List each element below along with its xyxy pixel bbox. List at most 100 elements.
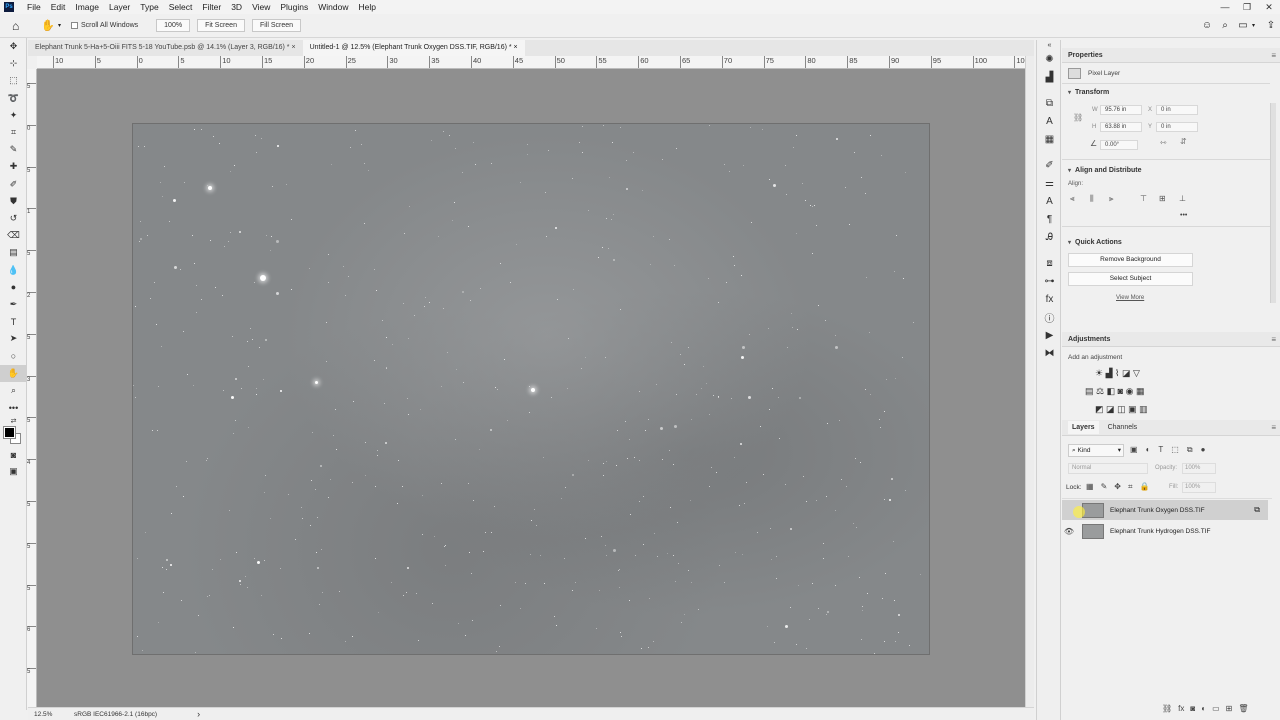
color-lookup-icon[interactable]: ▦ [1136,386,1145,396]
more-tools-icon[interactable]: ••• [0,399,27,416]
gradient-icon[interactable]: ▤ [0,244,27,261]
gradient-map-icon[interactable]: ▥ [1139,404,1148,414]
kind-filter[interactable]: ⌕ Kind ▾ [1068,444,1124,457]
fx-icon[interactable]: fx [1037,290,1062,308]
fill-screen-button[interactable]: Fill Screen [251,19,302,32]
tab-document-2[interactable]: Untitled-1 @ 12.5% (Elephant Trunk Oxyge… [302,40,525,56]
gradient-adjust-icon[interactable]: ▽ [1133,368,1140,378]
brightness-icon[interactable]: ☀ [1095,368,1103,378]
restore-button[interactable]: ❐ [1236,0,1258,14]
timeline-icon[interactable]: ⧓ [1037,344,1062,362]
workspace-icon[interactable]: ▭ [1234,20,1252,31]
align-middle-v-icon[interactable]: ⊞ [1159,194,1166,203]
tab-document-1[interactable]: Elephant Trunk 5-Ha+5-Oiii FITS 5-18 You… [28,40,303,56]
align-left-icon[interactable]: ⫷ [1070,194,1075,204]
more-options-icon[interactable]: ••• [1180,212,1187,219]
layer-name[interactable]: Elephant Trunk Oxygen DSS.TIF [1110,507,1205,514]
lock-transparent-icon[interactable]: ▦ [1086,482,1094,492]
transform-section[interactable]: ▾ Transform [1068,89,1109,96]
layer-row[interactable]: 👁 Elephant Trunk Hydrogen DSS.TIF [1062,521,1268,541]
remove-background-button[interactable]: Remove Background [1068,253,1193,267]
menu-help[interactable]: Help [353,2,380,12]
menu-type[interactable]: Type [135,2,163,12]
angle-field[interactable]: 0.00° [1100,140,1138,150]
brush-panel-icon[interactable]: ✐ [1037,156,1062,174]
panel-menu-icon[interactable]: ≡ [1271,423,1276,432]
artboard-icon[interactable]: ⊹ [0,55,27,72]
object-select-icon[interactable]: ✦ [0,107,27,124]
glyphs-icon[interactable]: Ꭿ [1037,228,1062,246]
add-mask-icon[interactable]: ◙ [1190,704,1195,713]
color-panel-icon[interactable]: ✺ [1037,50,1062,68]
height-field[interactable]: 63.88 in [1100,122,1142,132]
histogram-icon[interactable]: ▟ [1037,68,1062,86]
character-style-icon[interactable]: A [1037,112,1062,130]
healing-icon[interactable]: ✚ [0,158,27,175]
shape-icon[interactable]: ○ [0,347,27,364]
foreground-color-swatch[interactable] [3,426,16,440]
tab-layers[interactable]: Layers [1068,421,1099,434]
menu-3d[interactable]: 3D [226,2,247,12]
layer-row[interactable]: Elephant Trunk Oxygen DSS.TIF ⧉ [1062,500,1268,520]
align-distribute-section[interactable]: ▾ Align and Distribute [1068,167,1142,174]
eyedropper-icon[interactable]: ✎ [0,141,27,158]
new-layer-icon[interactable]: ⊞ [1226,704,1233,713]
blur-icon[interactable]: 💧 [0,261,27,278]
collapse-icon[interactable]: « [1037,40,1062,50]
menu-select[interactable]: Select [164,2,198,12]
photo-filter-icon[interactable]: ◙ [1118,386,1123,396]
paths-icon[interactable]: ⊶ [1037,272,1062,290]
panel-menu-icon[interactable]: ≡ [1271,335,1276,344]
panel-menu-icon[interactable]: ≡ [1271,51,1276,60]
hand-tool-preset-icon[interactable]: ✋ [41,19,55,32]
checkbox-box[interactable] [70,22,78,29]
zoom-level[interactable]: 12.5% [34,711,74,718]
y-field[interactable]: 0 in [1156,122,1198,132]
quick-actions-section[interactable]: ▾ Quick Actions [1068,239,1122,246]
marquee-icon[interactable]: ⬚ [0,72,27,89]
lock-all-icon[interactable]: 🔒 [1139,482,1149,492]
selective-color-icon[interactable]: ▣ [1128,404,1137,414]
vibrance-icon[interactable]: ▤ [1085,386,1094,396]
properties-scrollbar[interactable] [1270,103,1276,303]
fill-field[interactable]: 100% [1182,482,1216,493]
character-icon[interactable]: A [1037,192,1062,210]
select-subject-button[interactable]: Select Subject [1068,272,1193,286]
lock-artboard-icon[interactable]: ⌗ [1128,482,1133,492]
screen-mode-icon[interactable]: ▣ [0,463,27,480]
align-top-icon[interactable]: ⊤ [1140,194,1147,203]
fit-screen-button[interactable]: Fit Screen [197,19,245,32]
brush-icon[interactable]: ✐ [0,176,27,193]
crop-icon[interactable]: ⌗ [0,124,27,141]
menu-edit[interactable]: Edit [46,2,71,12]
minimize-button[interactable]: — [1214,0,1236,14]
document-image[interactable] [132,123,930,655]
scroll-all-windows-checkbox[interactable]: Scroll All Windows [70,22,138,29]
layer-name[interactable]: Elephant Trunk Hydrogen DSS.TIF [1110,528,1210,535]
swatches-icon[interactable]: ▦ [1037,130,1062,148]
black-white-icon[interactable]: ◧ [1107,386,1116,396]
link-layers-icon[interactable]: ⛓ [1162,704,1172,713]
levels-icon[interactable]: ▟ [1106,368,1113,378]
invert-icon[interactable]: ◩ [1095,404,1104,414]
flip-horizontal-icon[interactable]: ⇿ [1160,138,1167,147]
lasso-icon[interactable]: ➰ [0,90,27,107]
paragraph-icon[interactable]: ¶ [1037,210,1062,228]
channel-mixer-icon[interactable]: ◉ [1126,386,1134,396]
type-icon[interactable]: T [0,313,27,330]
actions-play-icon[interactable]: ▶ [1037,326,1062,344]
lock-position-icon[interactable]: ✥ [1114,482,1121,492]
posterize-icon[interactable]: ◪ [1106,404,1115,414]
menu-plugins[interactable]: Plugins [275,2,313,12]
stamp-icon[interactable]: ⛊ [0,193,27,210]
menu-layer[interactable]: Layer [104,2,135,12]
properties-title[interactable]: Properties [1068,52,1103,59]
path-select-icon[interactable]: ➤ [0,330,27,347]
clone-source-icon[interactable]: ⧈ [1037,254,1062,272]
fx-icon[interactable]: fx [1178,704,1184,713]
exposure-icon[interactable]: ◪ [1122,368,1131,378]
hand-icon[interactable]: ✋ [0,364,27,382]
menu-view[interactable]: View [247,2,275,12]
eye-icon[interactable]: 👁 [1062,527,1076,536]
home-icon[interactable]: ⌂ [12,19,19,33]
